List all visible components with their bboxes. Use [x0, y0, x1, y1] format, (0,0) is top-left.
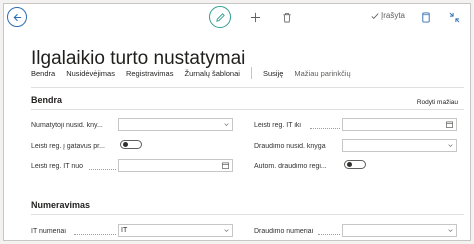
- check-icon: [371, 12, 379, 19]
- divider: [31, 87, 464, 88]
- toggle-knob: [347, 162, 352, 167]
- collapse-icon: [449, 12, 459, 22]
- action-journal-templates[interactable]: Žurnalų šablonai: [184, 69, 239, 78]
- label-allow-posting-to: Leisti reg. IT iki: [254, 122, 301, 129]
- trash-icon: [283, 12, 291, 22]
- auto-insurance-toggle[interactable]: [344, 160, 366, 169]
- label-dots: [74, 234, 116, 235]
- fa-nos-value: IT: [121, 227, 128, 234]
- delete-button[interactable]: [279, 9, 295, 25]
- label-allow-posting-from: Leisti reg. IT nuo: [31, 163, 84, 170]
- toolbar: Įrašyta: [4, 4, 470, 32]
- acq-asset-toggle[interactable]: [120, 140, 142, 149]
- toggle-knob: [123, 142, 128, 147]
- collapse-button[interactable]: [446, 9, 462, 25]
- action-related[interactable]: Susiję: [263, 69, 283, 78]
- section-title-general[interactable]: Bendra: [31, 95, 62, 105]
- label-insurance-nos: Draudimo numeriai: [254, 228, 314, 235]
- calendar-icon: [222, 162, 229, 169]
- fa-nos-select[interactable]: IT: [118, 224, 233, 237]
- default-depr-book-select[interactable]: [118, 118, 233, 131]
- new-button[interactable]: [247, 9, 263, 25]
- allow-posting-to-date[interactable]: [342, 118, 457, 131]
- label-dots: [310, 128, 340, 129]
- section-divider: [31, 109, 464, 110]
- section-divider: [31, 214, 464, 215]
- section-title-numbering[interactable]: Numeravimas: [31, 200, 90, 210]
- edit-button[interactable]: [209, 6, 231, 28]
- arrow-left-icon: [13, 13, 21, 21]
- insurance-depr-book-select[interactable]: [342, 139, 457, 152]
- action-fewer-options[interactable]: Mažiau parinkčių: [294, 69, 350, 78]
- action-bar: Bendra Nusidėvėjimas Registravimas Žurna…: [31, 67, 362, 79]
- allow-posting-from-date[interactable]: [118, 159, 233, 172]
- page-window: Įrašyta Ilgalaikio turto nustatymai Bend…: [3, 3, 471, 241]
- saved-status: Įrašyta: [371, 11, 405, 20]
- saved-label: Įrašyta: [381, 11, 406, 20]
- calendar-icon: [446, 121, 453, 128]
- action-posting[interactable]: Registravimas: [126, 69, 174, 78]
- label-dots: [89, 169, 116, 170]
- open-new-window-button[interactable]: [418, 9, 434, 25]
- show-less-link[interactable]: Rodyti mažiau: [417, 99, 458, 106]
- label-insurance-depr-book: Draudimo nusid. knyga: [254, 143, 326, 150]
- plus-icon: [250, 12, 260, 22]
- label-fa-nos: IT numeriai: [31, 228, 66, 235]
- action-general[interactable]: Bendra: [31, 69, 55, 78]
- action-separator: [250, 67, 252, 79]
- label-auto-insurance: Autom. draudimo regi...: [254, 163, 327, 170]
- chevron-down-icon: [448, 144, 453, 147]
- chevron-down-icon: [448, 229, 453, 232]
- pencil-icon: [215, 12, 225, 22]
- action-depreciation[interactable]: Nusidėvėjimas: [66, 69, 115, 78]
- label-dots: [318, 234, 340, 235]
- open-in-new-window-icon: [422, 11, 430, 23]
- insurance-nos-select[interactable]: [342, 224, 457, 237]
- chevron-down-icon: [224, 229, 229, 232]
- chevron-down-icon: [224, 123, 229, 126]
- back-button[interactable]: [7, 7, 27, 27]
